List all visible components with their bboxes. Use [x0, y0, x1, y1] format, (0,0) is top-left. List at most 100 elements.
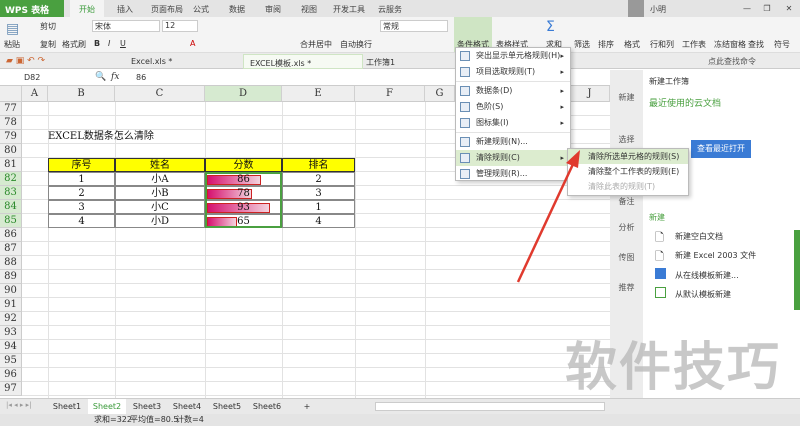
new-blank-doc[interactable]: 新建空白文档 — [675, 231, 723, 242]
row-header[interactable]: 89 — [0, 270, 22, 284]
wps-menu-button[interactable]: WPS 表格 — [0, 0, 64, 17]
row-header[interactable]: 94 — [0, 340, 22, 354]
format-painter-button[interactable]: 格式刷 — [62, 39, 86, 50]
strip-recommend[interactable]: 推荐 — [610, 282, 643, 293]
filter-button[interactable]: 筛选 — [574, 39, 590, 50]
tab-home[interactable]: 开始 — [70, 0, 104, 17]
sheet-tab[interactable]: Sheet2 — [88, 399, 126, 414]
name-box[interactable]: D82 — [24, 73, 74, 82]
table-cell[interactable]: 2 — [48, 186, 115, 200]
table-cell[interactable]: 4 — [282, 214, 355, 228]
col-header-d[interactable]: D — [205, 86, 282, 102]
restore-icon[interactable]: ❐ — [760, 0, 774, 17]
clear-selected-cells-rules[interactable]: 清除所选单元格的规则(S) — [568, 149, 688, 164]
worksheet-button[interactable]: 工作表 — [682, 39, 706, 50]
avatar[interactable] — [628, 0, 644, 17]
copy-button[interactable]: 复制 — [40, 39, 56, 50]
format-button[interactable]: 格式 — [624, 39, 640, 50]
font-size-select[interactable]: 12 — [162, 20, 198, 32]
header-cell-name[interactable]: 姓名 — [115, 158, 205, 172]
new-excel-2003[interactable]: 新建 Excel 2003 文件 — [675, 250, 756, 261]
table-cell[interactable]: 1 — [282, 200, 355, 214]
tab-insert[interactable]: 插入 — [110, 0, 140, 17]
paste-button[interactable]: 粘贴 — [4, 39, 20, 50]
row-header[interactable]: 77 — [0, 102, 22, 116]
row-header[interactable]: 83 — [0, 186, 22, 200]
col-header-e[interactable]: E — [282, 86, 355, 102]
open-icon[interactable]: ▰ ▣ ↶ ↷ — [6, 56, 45, 66]
table-cell[interactable]: 3 — [48, 200, 115, 214]
table-cell[interactable]: 小D — [115, 214, 205, 228]
search-command-input[interactable]: 点此查找命令 — [708, 56, 756, 67]
fx-icon[interactable]: fx — [111, 72, 119, 82]
col-header-c[interactable]: C — [115, 86, 205, 102]
menu-clear-rules[interactable]: 清除规则(C) ▸ — [456, 150, 570, 166]
font-color-button[interactable]: A — [190, 39, 195, 48]
menu-color-scales[interactable]: 色阶(S) ▸ — [456, 99, 570, 115]
table-cell[interactable]: 1 — [48, 172, 115, 186]
table-cell[interactable]: 小A — [115, 172, 205, 186]
score-cell[interactable]: 86 — [205, 172, 282, 186]
row-header[interactable]: 78 — [0, 116, 22, 130]
sheet-tab[interactable]: Sheet5 — [208, 399, 246, 414]
underline-button[interactable]: U — [120, 39, 126, 48]
sheet-tab[interactable]: Sheet4 — [168, 399, 206, 414]
row-header[interactable]: 85 — [0, 214, 22, 228]
row-header[interactable]: 79 — [0, 130, 22, 144]
score-cell[interactable]: 65 — [205, 214, 282, 228]
sheet-tab[interactable]: Sheet6 — [248, 399, 286, 414]
score-cell[interactable]: 93 — [205, 200, 282, 214]
row-header[interactable]: 87 — [0, 242, 22, 256]
menu-icon-sets[interactable]: 图标集(I) ▸ — [456, 115, 570, 131]
merge-center-button[interactable]: 合并居中 — [300, 39, 332, 50]
table-cell[interactable]: 小B — [115, 186, 205, 200]
row-header[interactable]: 96 — [0, 368, 22, 382]
doc-tab-excel[interactable]: Excel.xls * — [125, 54, 178, 69]
find-button[interactable]: 查找 — [748, 39, 764, 50]
strip-new[interactable]: 新建 — [610, 92, 643, 103]
wrap-text-button[interactable]: 自动换行 — [340, 39, 372, 50]
doc-tab-workbook1[interactable]: 工作簿1 — [360, 54, 401, 69]
horizontal-scrollbar[interactable] — [375, 402, 605, 411]
pane-collapse-handle[interactable] — [794, 230, 800, 310]
row-col-button[interactable]: 行和列 — [650, 39, 674, 50]
user-name[interactable]: 小明 — [646, 0, 670, 17]
col-header-j[interactable]: J — [570, 86, 610, 102]
score-cell[interactable]: 78 — [205, 186, 282, 200]
task-pane-title[interactable]: 新建工作簿 — [649, 76, 689, 87]
row-header[interactable]: 91 — [0, 298, 22, 312]
header-cell-score[interactable]: 分数 — [205, 158, 282, 172]
menu-new-rule[interactable]: 新建规则(N)... — [456, 134, 570, 150]
symbol-button[interactable]: 符号 — [774, 39, 790, 50]
zoom-icon[interactable]: 🔍 — [95, 72, 106, 82]
close-icon[interactable]: ✕ — [782, 0, 796, 17]
menu-top-bottom-rules[interactable]: 项目选取规则(T) ▸ — [456, 64, 570, 80]
strip-analyze[interactable]: 分析 — [610, 222, 643, 233]
minimize-icon[interactable]: — — [740, 0, 754, 17]
menu-manage-rules[interactable]: 管理规则(R)... — [456, 166, 570, 182]
col-header-b[interactable]: B — [48, 86, 115, 102]
strip-upload-image[interactable]: 传图 — [610, 252, 643, 263]
row-header[interactable]: 86 — [0, 228, 22, 242]
row-header[interactable]: 81 — [0, 158, 22, 172]
sheet-tab[interactable]: Sheet3 — [128, 399, 166, 414]
tab-dev-tools[interactable]: 开发工具 — [328, 0, 370, 17]
row-header[interactable]: 82 — [0, 172, 22, 186]
tab-review[interactable]: 审阅 — [258, 0, 288, 17]
strip-note[interactable]: 备注 — [610, 196, 643, 207]
tab-formula[interactable]: 公式 — [186, 0, 216, 17]
col-header-f[interactable]: F — [355, 86, 425, 102]
col-header-g[interactable]: G — [425, 86, 455, 102]
bold-button[interactable]: B — [94, 39, 100, 48]
select-all[interactable] — [0, 86, 22, 102]
row-header[interactable]: 84 — [0, 200, 22, 214]
sheet-tab[interactable]: Sheet1 — [48, 399, 86, 414]
formula-input[interactable]: 86 — [136, 73, 146, 82]
sheet-nav-arrows[interactable]: |◂ ◂ ▸ ▸| — [6, 401, 31, 409]
row-header[interactable]: 80 — [0, 144, 22, 158]
tab-view[interactable]: 视图 — [294, 0, 324, 17]
row-header[interactable]: 90 — [0, 284, 22, 298]
table-cell[interactable]: 3 — [282, 186, 355, 200]
table-cell[interactable]: 4 — [48, 214, 115, 228]
tab-cloud[interactable]: 云服务 — [372, 0, 408, 17]
